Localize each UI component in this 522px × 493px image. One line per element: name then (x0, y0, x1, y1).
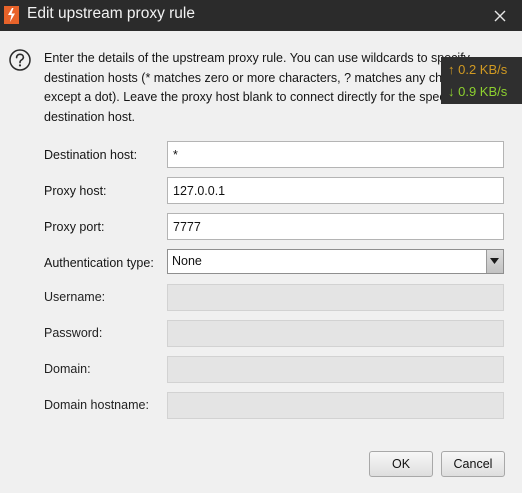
proxy-port-label: Proxy port: (44, 220, 105, 234)
download-speed-row: ↓ 0.9 KB/s (448, 81, 507, 102)
dropdown-button[interactable] (486, 250, 503, 273)
auth-type-value: None (172, 254, 202, 268)
domain-label: Domain: (44, 362, 91, 376)
download-speed: 0.9 KB/s (458, 84, 508, 99)
destination-host-input[interactable] (167, 141, 504, 168)
username-label: Username: (44, 290, 106, 304)
download-arrow-icon: ↓ (448, 84, 455, 99)
destination-host-label: Destination host: (44, 148, 138, 162)
ok-button[interactable]: OK (369, 451, 433, 477)
password-input[interactable] (167, 320, 504, 347)
domain-input[interactable] (167, 356, 504, 383)
close-icon[interactable] (490, 6, 510, 26)
auth-type-select[interactable]: None (167, 249, 504, 274)
cancel-button[interactable]: Cancel (441, 451, 505, 477)
username-input[interactable] (167, 284, 504, 311)
upload-speed-row: ↑ 0.2 KB/s (448, 59, 507, 80)
burp-app-icon (4, 6, 19, 24)
proxy-host-label: Proxy host: (44, 184, 107, 198)
help-icon (9, 49, 31, 71)
title-bar: Edit upstream proxy rule (0, 0, 522, 31)
network-speed-widget: ↑ 0.2 KB/s ↓ 0.9 KB/s (441, 57, 522, 104)
proxy-port-input[interactable] (167, 213, 504, 240)
domain-hostname-label: Domain hostname: (44, 398, 149, 412)
domain-hostname-input[interactable] (167, 392, 504, 419)
password-label: Password: (44, 326, 103, 340)
proxy-host-input[interactable] (167, 177, 504, 204)
auth-type-label: Authentication type: (44, 256, 154, 270)
upload-arrow-icon: ↑ (448, 62, 455, 77)
chevron-down-icon (490, 258, 499, 264)
upload-speed: 0.2 KB/s (458, 62, 508, 77)
window-title: Edit upstream proxy rule (27, 5, 195, 22)
